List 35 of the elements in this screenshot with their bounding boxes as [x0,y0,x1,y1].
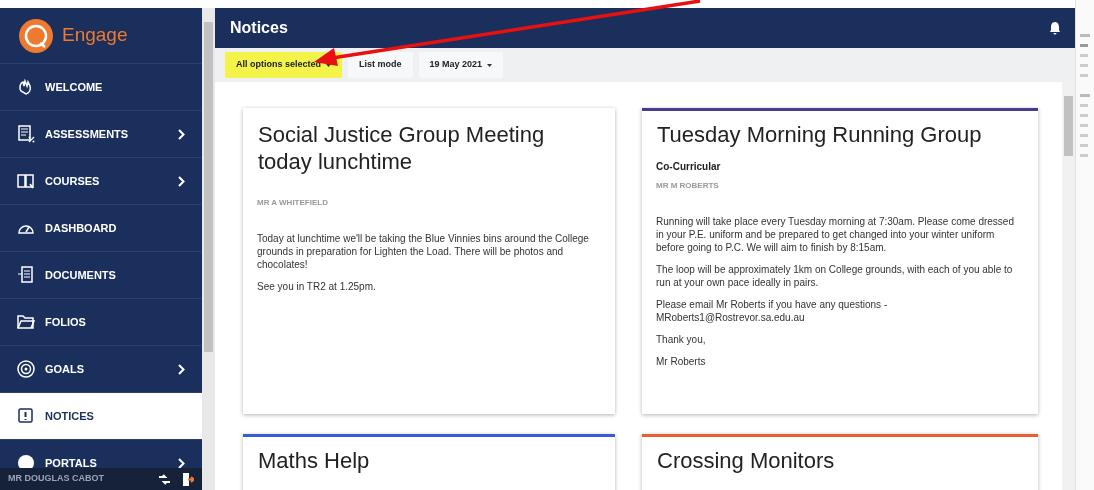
sidebar-item[interactable]: NOTICES [0,393,202,440]
caret-icon [487,63,493,67]
filter-dropdown[interactable]: 19 May 2021 [418,52,504,78]
brand-name: Engage [62,23,128,48]
notice-author: MR M ROBERTS [656,180,720,192]
book-icon [17,172,35,190]
logo-icon [18,17,54,54]
notice-title: Maths Help [257,447,371,474]
notice-paragraph: Please email Mr Roberts if you have any questions - MRoberts1@Rostrevor.sa.edu.au [656,298,889,324]
content-scrollbar[interactable] [1062,82,1075,490]
logout-icon[interactable] [183,472,194,486]
notice-category: Co-Curricular [656,160,722,174]
filter-dropdown[interactable]: All options selected [225,52,343,78]
user-name: MR DOUGLAS CABOT [8,472,104,486]
notice-title: Social Justice Group Meeting today lunchtime [257,121,546,175]
notice-author: MR A WHITEFIELD [257,197,329,209]
notice-paragraph: Running will take place every Tuesday morning at 7:30am. Please come dressed in your P.E. uniform and be prepared to get changed into your winter uniform before going to P.C. We will aim to finish by 8:15am. [656,215,1015,254]
caret-icon [326,63,332,67]
notice-title: Crossing Monitors [656,447,836,474]
switch-icon[interactable] [158,473,171,485]
page-title: Notices [230,18,288,38]
notice-paragraph: Mr Roberts [656,355,707,368]
notification-bell-icon[interactable] [1050,21,1060,35]
notice-title: Tuesday Morning Running Group [656,121,983,148]
notice-paragraph: Thank you, [656,333,707,346]
folder-icon [17,313,35,331]
notice-paragraph: See you in TR2 at 1.25pm. [257,280,377,293]
alert-icon [17,407,35,425]
notice-paragraph: Today at lunchtime we'll be taking the Blue Vinnies bins around the College grounds in preparation for Lighten the Load. There will be photos and chocolates! [257,232,590,271]
document-icon [17,266,35,284]
list-mode-button[interactable]: List mode [348,52,413,78]
target-icon [17,360,35,378]
spreadsheet-icon [17,125,35,143]
sidebar-scrollbar[interactable] [202,8,215,490]
notice-paragraph: The loop will be approximately 1km on College grounds, with each of you able to run at your own pace ideally in pairs. [656,263,1014,289]
